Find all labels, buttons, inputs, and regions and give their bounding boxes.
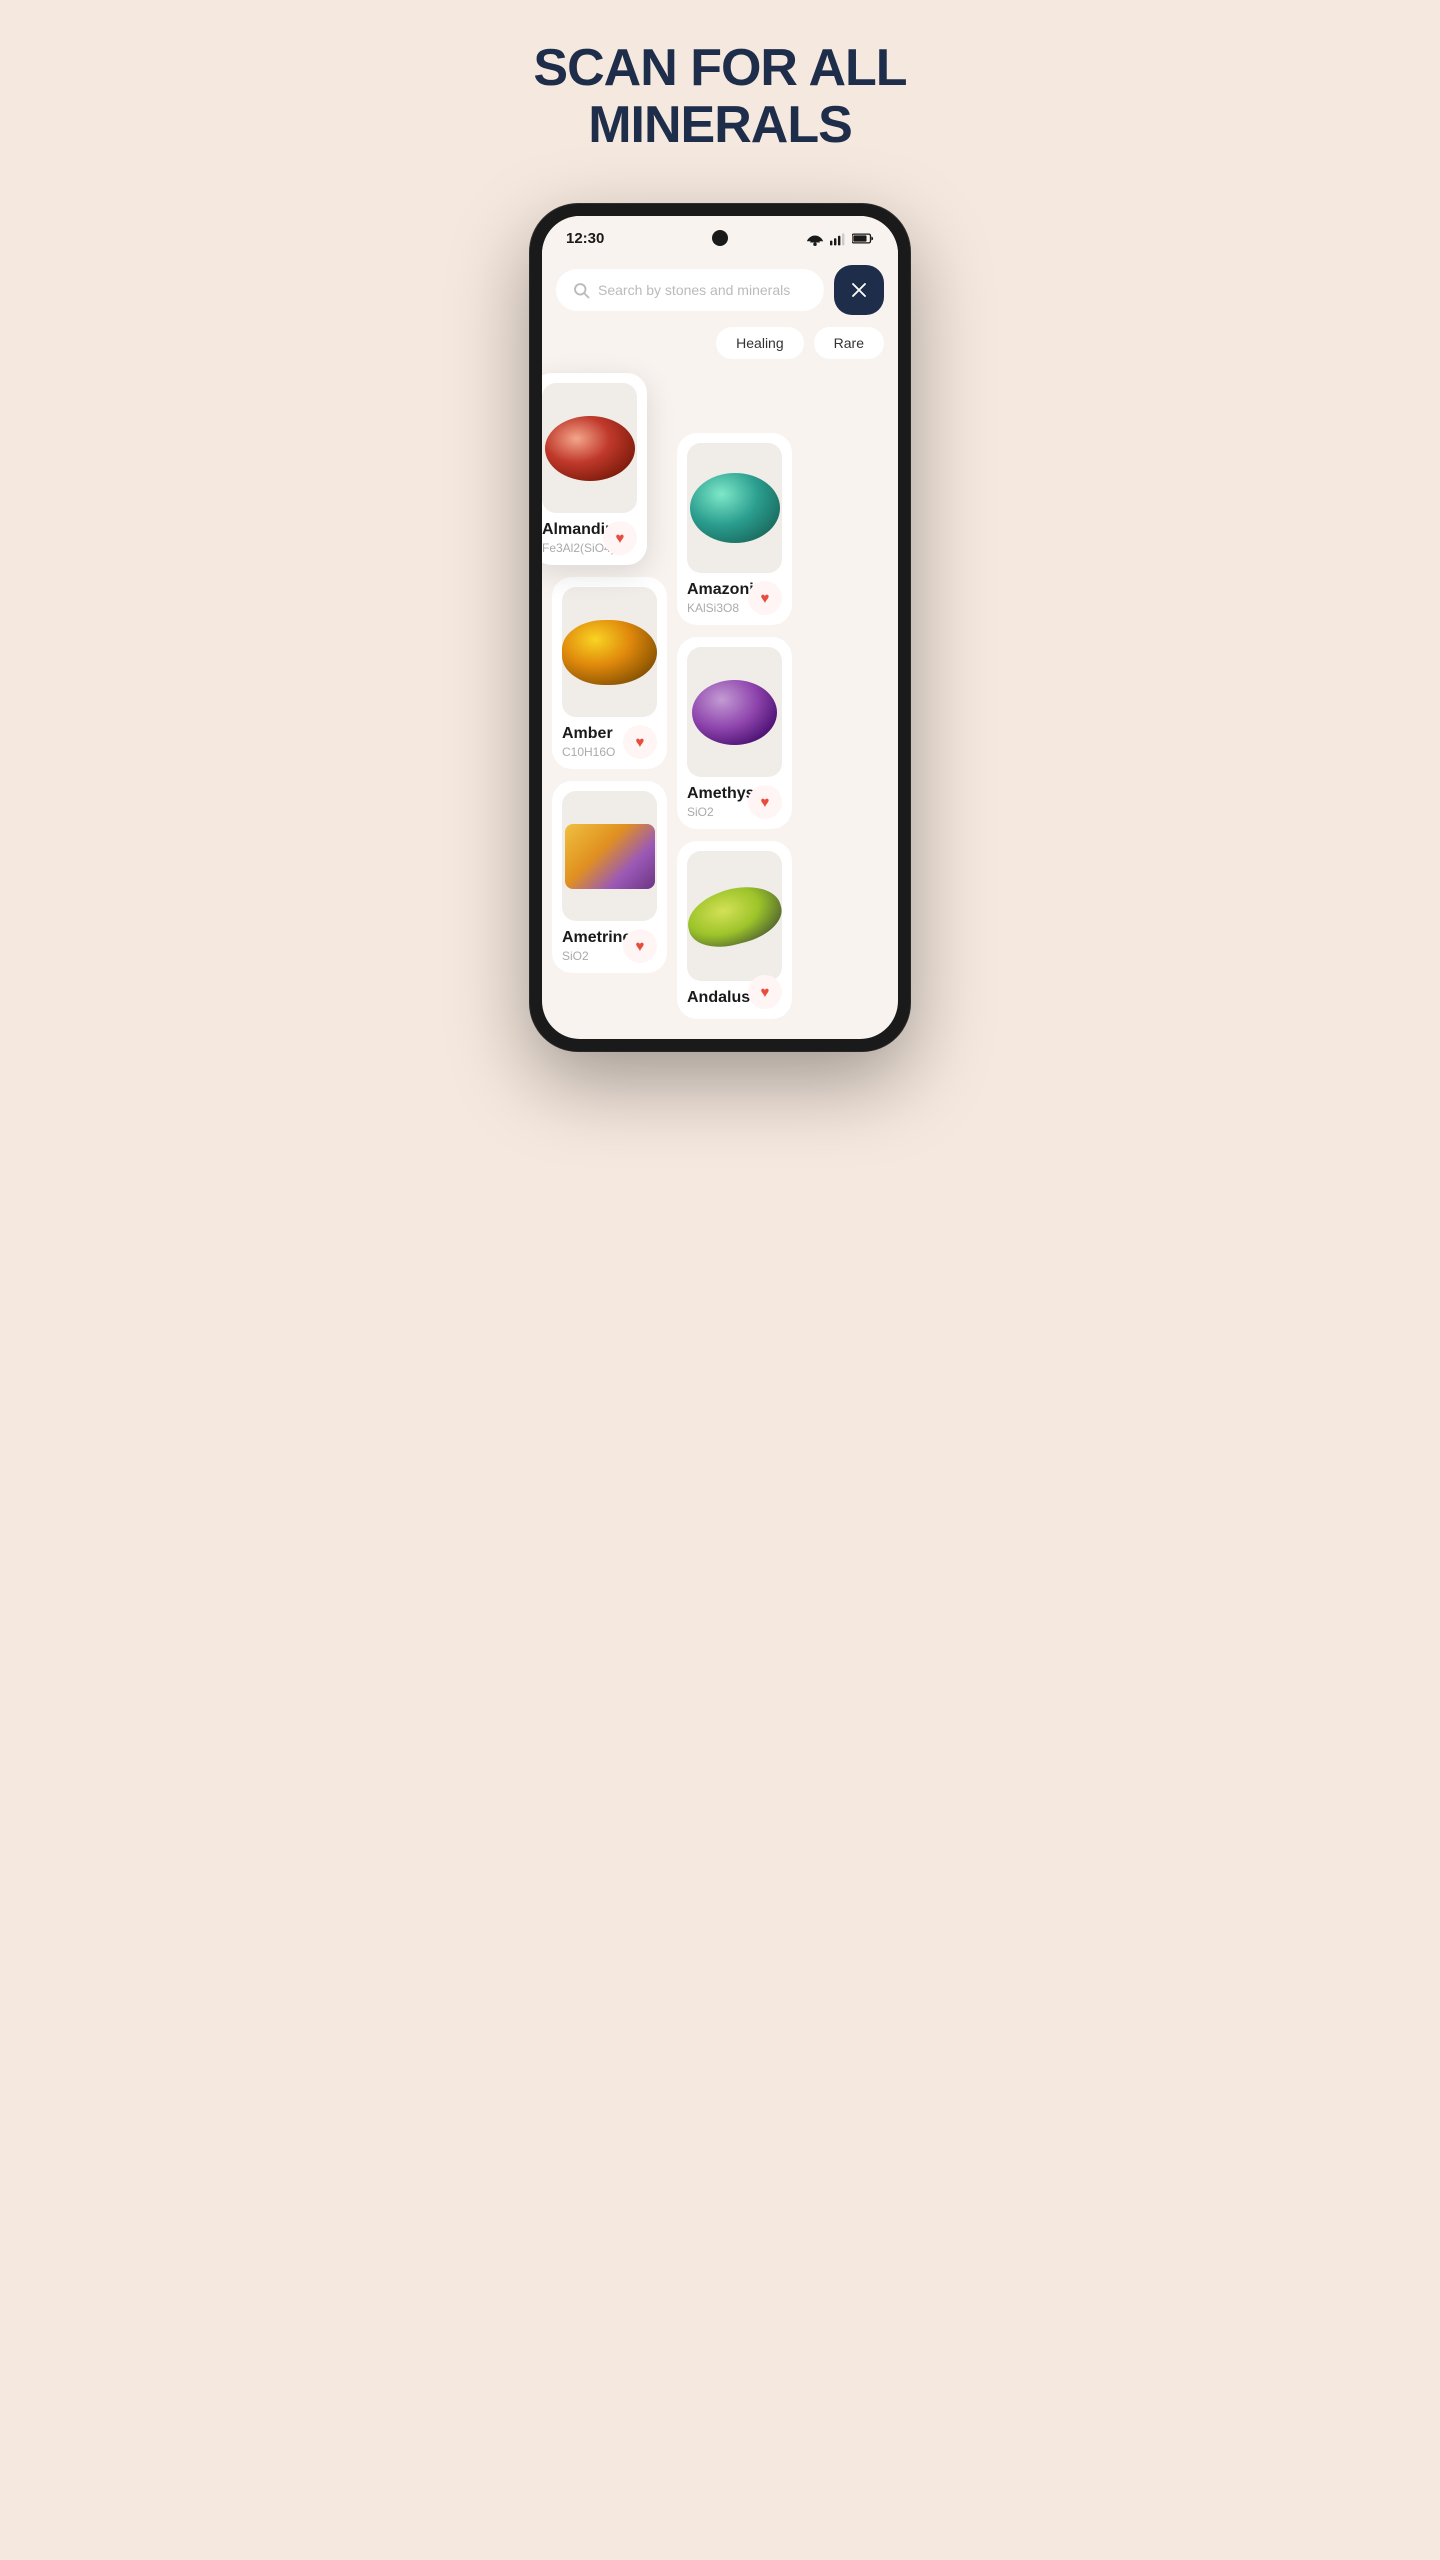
amazonite-gem [690,473,780,543]
amber-gem [562,620,657,685]
wifi-icon [806,232,824,246]
mineral-card-ametrine[interactable]: Ametrine SiO2 ♥ [552,781,667,973]
heart-icon: ♥ [616,530,625,547]
heart-icon-amazonite: ♥ [761,590,770,607]
mineral-card-almandine[interactable]: Almandine Fe3Al2(SiO4)3 ♥ [542,373,647,565]
amethyst-image [687,647,782,777]
search-icon [572,281,590,299]
andalusite-gem [687,878,782,956]
almandine-gem [545,416,635,481]
filter-chip-healing[interactable]: Healing [716,327,803,359]
hero-title: SCAN FOR ALL MINERALS [533,40,906,154]
status-icons [806,232,874,246]
filter-row: Healing Rare [542,327,898,373]
amazonite-image [687,443,782,573]
andalusite-image [687,851,782,981]
search-placeholder-text: Search by stones and minerals [598,282,790,298]
camera-notch [712,230,728,246]
close-button[interactable] [834,265,884,315]
almandine-favorite-button[interactable]: ♥ [603,521,637,555]
minerals-layout: Almandine Fe3Al2(SiO4)3 ♥ Amber C10H16O [542,373,898,1039]
amber-image [562,587,657,717]
search-area: Search by stones and minerals [542,255,898,327]
left-column: Almandine Fe3Al2(SiO4)3 ♥ Amber C10H16O [552,373,667,1019]
heart-icon-andalusite: ♥ [761,984,770,1001]
ametrine-gem [565,824,655,889]
amethyst-gem [692,680,777,745]
ametrine-image [562,791,657,921]
heart-icon-amethyst: ♥ [761,794,770,811]
signal-icon [830,232,846,246]
close-icon [850,281,868,299]
mineral-card-amazonite[interactable]: Amazonite KAlSi3O8 ♥ [677,433,792,625]
filter-chip-rare[interactable]: Rare [814,327,884,359]
battery-icon [852,232,874,245]
status-time: 12:30 [566,230,604,247]
search-bar[interactable]: Search by stones and minerals [556,269,824,311]
mineral-card-andalusite[interactable]: Andalusite ♥ [677,841,792,1019]
almandine-image [542,383,637,513]
page-wrapper: SCAN FOR ALL MINERALS 12:30 [480,40,960,1051]
right-column: Amazonite KAlSi3O8 ♥ Amethyst SiO2 [677,433,792,1019]
phone-frame: 12:30 [530,204,910,1051]
phone-screen: 12:30 [542,216,898,1039]
mineral-card-amber[interactable]: Amber C10H16O ♥ [552,577,667,769]
heart-icon-ametrine: ♥ [636,938,645,955]
mineral-card-amethyst[interactable]: Amethyst SiO2 ♥ [677,637,792,829]
heart-icon-amber: ♥ [636,734,645,751]
